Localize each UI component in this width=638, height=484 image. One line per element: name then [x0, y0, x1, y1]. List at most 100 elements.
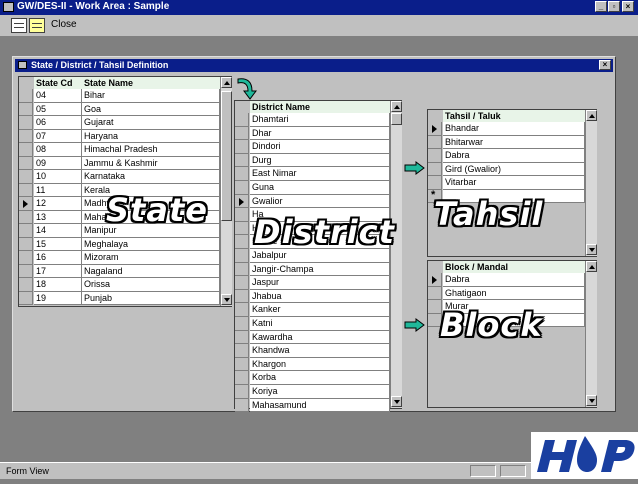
record-selector[interactable]	[235, 398, 249, 413]
record-selector[interactable]	[235, 167, 249, 181]
block-name-cell[interactable]: Dabra	[443, 273, 585, 287]
record-selector[interactable]	[19, 183, 33, 197]
state-code-cell[interactable]: 14	[34, 224, 82, 238]
table-row[interactable]: 04 Bihar	[19, 89, 220, 103]
tahsil-name-cell[interactable]: Gird (Gwalior)	[443, 162, 585, 176]
state-code-cell[interactable]: 06	[34, 116, 82, 130]
table-row[interactable]: 15 Meghalaya	[19, 237, 220, 251]
state-code-cell[interactable]: 11	[34, 183, 82, 197]
district-name-cell[interactable]: Jangir-Champa	[250, 262, 390, 277]
district-name-cell[interactable]: Koriya	[250, 385, 390, 399]
record-selector[interactable]	[19, 116, 33, 130]
close-button[interactable]: Close	[51, 19, 77, 30]
state-code-cell[interactable]: 04	[34, 89, 82, 103]
district-name-cell[interactable]: Dindori	[250, 140, 390, 154]
table-row[interactable]: 17 Nagaland	[19, 264, 220, 278]
district-name-cell[interactable]: Khargon	[250, 357, 390, 372]
record-selector[interactable]	[428, 286, 442, 300]
record-selector[interactable]	[19, 102, 33, 116]
record-selector[interactable]	[235, 221, 249, 236]
record-selector[interactable]	[235, 317, 249, 331]
record-selector[interactable]	[235, 303, 249, 317]
table-row[interactable]: 07 Haryana	[19, 129, 220, 143]
table-row[interactable]: Dhar	[235, 126, 390, 141]
record-selector[interactable]	[235, 181, 249, 195]
district-name-cell[interactable]: Mahasamund	[250, 398, 390, 413]
record-selector[interactable]	[235, 371, 249, 385]
table-row[interactable]: Bhitarwar	[428, 135, 585, 149]
state-code-cell[interactable]: 08	[34, 143, 82, 157]
scroll-up-button[interactable]	[221, 77, 232, 88]
tahsil-name-cell[interactable]: Dabra	[443, 149, 585, 163]
table-row[interactable]: Gird (Gwalior)	[428, 162, 585, 176]
table-row[interactable]: East Nimar	[235, 167, 390, 181]
record-selector[interactable]	[235, 126, 249, 141]
district-name-cell[interactable]: Kawardha	[250, 330, 390, 345]
table-row[interactable]: Guna	[235, 181, 390, 195]
record-selector[interactable]	[235, 262, 249, 277]
record-selector[interactable]	[19, 264, 33, 278]
district-name-cell[interactable]: Kanker	[250, 303, 390, 317]
record-selector[interactable]	[235, 330, 249, 345]
district-name-cell[interactable]: Korba	[250, 371, 390, 385]
district-name-cell[interactable]: East Nimar	[250, 167, 390, 181]
record-selector[interactable]	[19, 210, 33, 224]
table-row[interactable]: 05 Goa	[19, 102, 220, 116]
record-selector[interactable]	[428, 273, 442, 287]
table-row[interactable]: Durg	[235, 153, 390, 168]
table-row[interactable]: 08 Himachal Pradesh	[19, 143, 220, 157]
table-row[interactable]: Mahasamund	[235, 398, 390, 413]
table-row[interactable]: 18 Orissa	[19, 278, 220, 292]
record-selector[interactable]	[19, 237, 33, 251]
scroll-up-button[interactable]	[391, 101, 402, 112]
district-name-cell[interactable]: Katni	[250, 317, 390, 331]
table-row[interactable]: Jangir-Champa	[235, 262, 390, 277]
minimize-button[interactable]: _	[595, 1, 607, 12]
state-name-cell[interactable]: Punjab	[82, 291, 220, 305]
district-scrollbar[interactable]	[390, 101, 402, 408]
state-name-cell[interactable]: Goa	[82, 102, 220, 116]
record-selector[interactable]	[19, 278, 33, 292]
district-name-cell[interactable]: Dhar	[250, 126, 390, 141]
state-code-cell[interactable]: 16	[34, 251, 82, 265]
district-name-cell[interactable]: Khandwa	[250, 344, 390, 358]
block-name-cell[interactable]: Ghatigaon	[443, 286, 585, 300]
table-row[interactable]: Khargon	[235, 357, 390, 372]
state-name-cell[interactable]: Mizoram	[82, 251, 220, 265]
restore-button[interactable]: ▫	[608, 1, 620, 12]
table-row[interactable]: Bhandar	[428, 122, 585, 136]
state-name-cell[interactable]: Bihar	[82, 89, 220, 103]
record-selector[interactable]	[235, 113, 249, 127]
state-code-cell[interactable]: 18	[34, 278, 82, 292]
district-name-cell[interactable]: Durg	[250, 153, 390, 168]
record-selector[interactable]	[235, 208, 249, 222]
state-code-cell[interactable]: 09	[34, 156, 82, 170]
table-row[interactable]: Jaspur	[235, 276, 390, 290]
table-row[interactable]: Jhabua	[235, 289, 390, 304]
scroll-up-button[interactable]	[586, 110, 597, 121]
state-name-cell[interactable]: Karnataka	[82, 170, 220, 184]
state-code-cell[interactable]: 19	[34, 291, 82, 305]
record-selector[interactable]	[428, 149, 442, 163]
record-selector[interactable]	[19, 156, 33, 170]
table-row[interactable]: Jabalpur	[235, 249, 390, 263]
record-selector[interactable]	[19, 129, 33, 143]
table-row[interactable]: Vitarbar	[428, 176, 585, 190]
state-code-cell[interactable]: 13	[34, 210, 82, 224]
record-selector[interactable]	[19, 170, 33, 184]
state-code-cell[interactable]: 07	[34, 129, 82, 143]
tahsil-name-cell[interactable]: Bhandar	[443, 122, 585, 136]
state-code-cell[interactable]: 17	[34, 264, 82, 278]
district-name-cell[interactable]: Gwalior	[250, 194, 390, 209]
record-selector[interactable]	[19, 89, 33, 103]
table-row[interactable]: Dabra	[428, 273, 585, 287]
state-scrollbar[interactable]	[220, 77, 232, 306]
state-code-cell[interactable]: 10	[34, 170, 82, 184]
district-name-cell[interactable]: Jaspur	[250, 276, 390, 290]
record-selector[interactable]	[235, 276, 249, 290]
record-selector[interactable]	[428, 135, 442, 149]
state-name-cell[interactable]: Meghalaya	[82, 237, 220, 251]
close-window-button[interactable]: ×	[622, 1, 634, 12]
table-row[interactable]: 06 Gujarat	[19, 116, 220, 130]
state-code-cell[interactable]: 12	[34, 197, 82, 211]
